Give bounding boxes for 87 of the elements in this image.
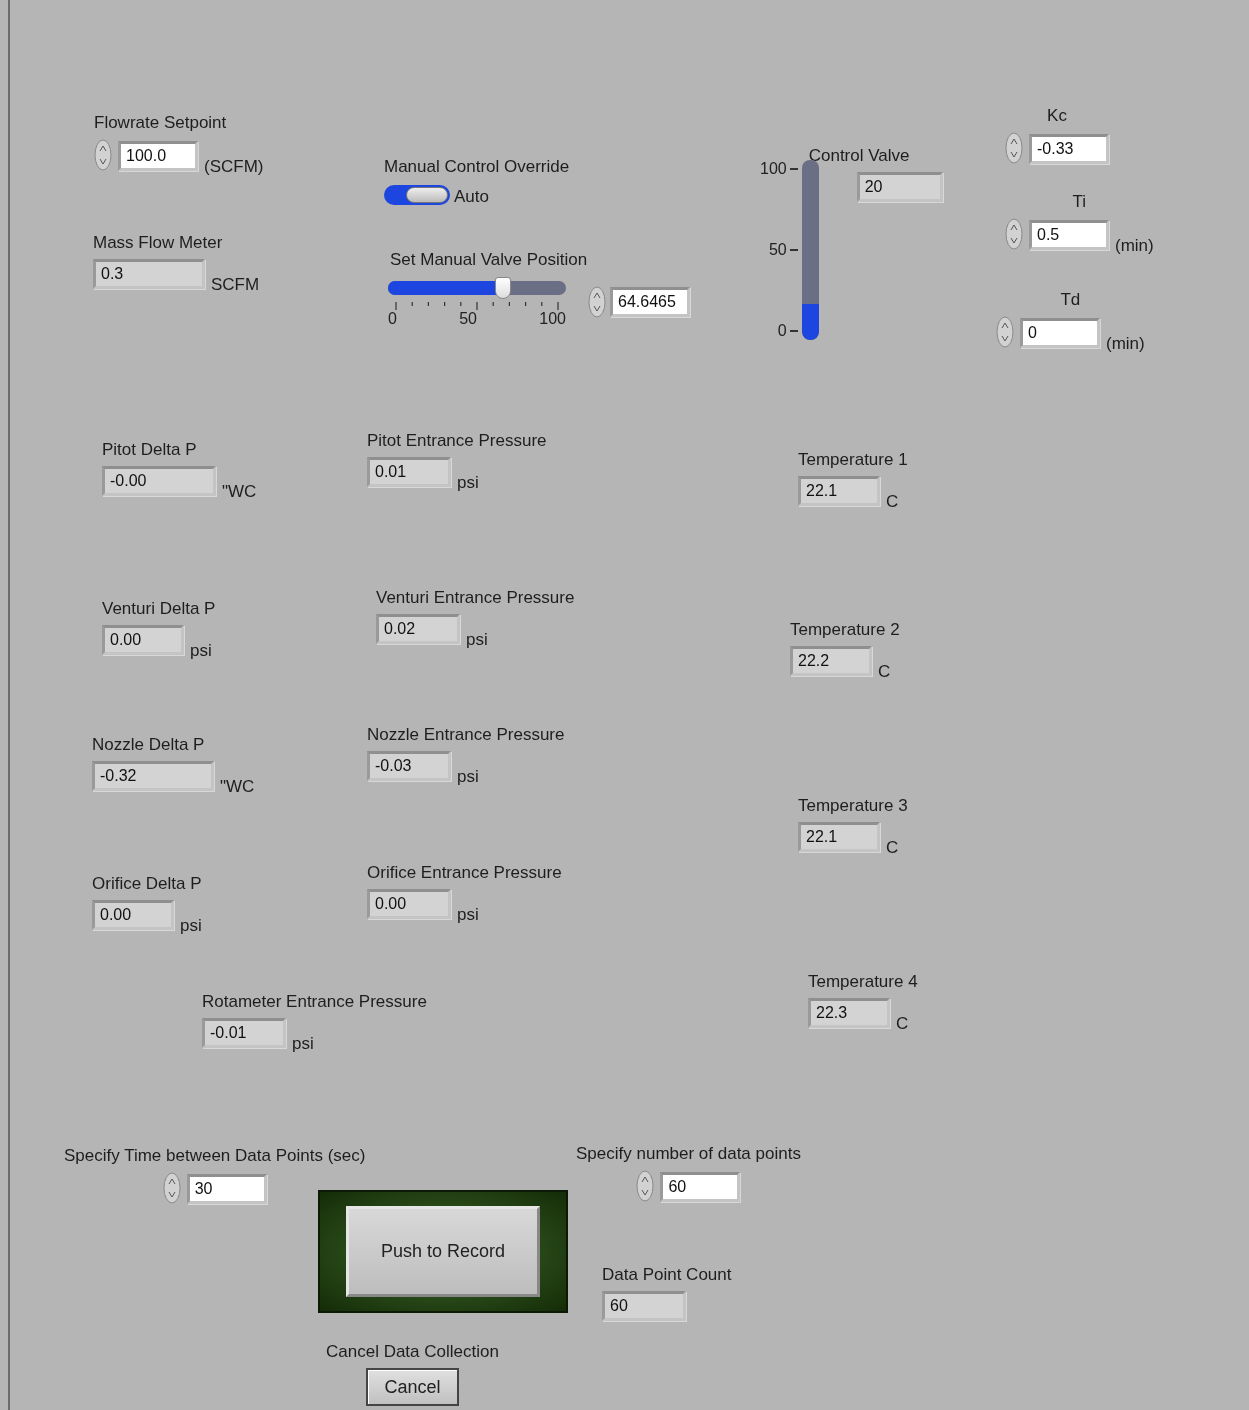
control-label: Data Point Count: [602, 1265, 732, 1285]
unit-label: psi: [466, 630, 488, 650]
control-label: Venturi Delta P: [102, 599, 216, 619]
numeric-input[interactable]: 30: [186, 1174, 267, 1204]
control-label: Manual Control Override: [384, 157, 570, 177]
scale-label: 100: [539, 310, 566, 328]
numeric-indicator: 22.3: [808, 998, 890, 1028]
unit-label: psi: [457, 767, 479, 787]
increment-decrement-button[interactable]: [1005, 218, 1023, 250]
control-label: Temperature 3: [798, 796, 908, 816]
unit-label: psi: [292, 1034, 314, 1054]
unit-label: "WC: [220, 777, 255, 797]
numeric-indicator: 22.1: [798, 476, 880, 506]
numeric-input[interactable]: 0: [1020, 318, 1100, 348]
numeric-indicator: 0.00: [92, 900, 174, 930]
control-label: Orifice Entrance Pressure: [367, 863, 562, 883]
unit-label: psi: [457, 473, 479, 493]
toggle-text: Auto: [454, 187, 489, 207]
numeric-indicator: -0.01: [202, 1018, 286, 1048]
control-label: Temperature 1: [798, 450, 908, 470]
unit-label: C: [886, 492, 899, 512]
control-label: Temperature 2: [790, 620, 900, 640]
numeric-indicator: -0.32: [92, 761, 214, 791]
unit-label: C: [896, 1014, 909, 1034]
control-label: Ti: [1072, 192, 1087, 212]
control-label: Flowrate Setpoint: [94, 113, 227, 133]
numeric-input[interactable]: -0.33: [1029, 134, 1109, 164]
scale-label: 100: [760, 160, 787, 178]
control-label: Mass Flow Meter: [93, 233, 223, 253]
control-label: Kc: [1047, 106, 1067, 126]
increment-decrement-button[interactable]: [588, 286, 606, 318]
control-label: Control Valve: [808, 146, 910, 166]
scale-label: 50: [768, 241, 787, 259]
slider-track[interactable]: [388, 276, 566, 300]
scale-label: 50: [459, 310, 477, 328]
increment-decrement-button[interactable]: [636, 1170, 655, 1202]
control-label: Pitot Entrance Pressure: [367, 431, 547, 451]
control-label: Td: [1060, 290, 1081, 310]
numeric-indicator: 0.01: [367, 457, 451, 487]
increment-decrement-button[interactable]: [94, 139, 112, 171]
tick-mark: [789, 330, 798, 332]
control-label: Orifice Delta P: [92, 874, 202, 894]
increment-decrement-button[interactable]: [996, 316, 1014, 348]
numeric-input[interactable]: 0.5: [1029, 220, 1109, 250]
numeric-indicator: -0.00: [102, 466, 216, 496]
unit-label: SCFM: [211, 275, 260, 295]
numeric-indicator: 22.2: [790, 646, 872, 676]
numeric-indicator: 0.00: [102, 625, 184, 655]
numeric-indicator: -0.03: [367, 751, 451, 781]
numeric-indicator: 0.3: [93, 259, 205, 289]
control-label: Pitot Delta P: [102, 440, 197, 460]
numeric-indicator: 20: [856, 172, 943, 202]
unit-label: psi: [457, 905, 479, 925]
numeric-indicator: 0.02: [376, 614, 460, 644]
control-label: Venturi Entrance Pressure: [376, 588, 575, 608]
control-label: Specify Time between Data Points (sec): [64, 1146, 366, 1166]
increment-decrement-button[interactable]: [162, 1172, 181, 1204]
unit-label: C: [886, 838, 899, 858]
control-label: Temperature 4: [808, 972, 918, 992]
numeric-indicator: 22.1: [798, 822, 880, 852]
tick-mark: [789, 249, 798, 251]
tick-mark: [789, 168, 798, 170]
control-label: Rotameter Entrance Pressure: [202, 992, 427, 1012]
unit-label: C: [878, 662, 891, 682]
control-label: Nozzle Delta P: [92, 735, 205, 755]
numeric-indicator: 60: [602, 1291, 686, 1321]
control-label: Nozzle Entrance Pressure: [367, 725, 565, 745]
scale-label: 0: [777, 322, 787, 340]
scale-label: 0: [388, 310, 397, 328]
numeric-input[interactable]: 100.0: [118, 141, 198, 171]
numeric-input[interactable]: 60: [660, 1172, 741, 1202]
unit-label: (min): [1115, 236, 1154, 256]
unit-label: psi: [180, 916, 202, 936]
toggle-switch[interactable]: [384, 185, 450, 205]
unit-label: (min): [1106, 334, 1145, 354]
unit-label: psi: [190, 641, 212, 661]
record-button[interactable]: Push to Record: [346, 1206, 540, 1297]
unit-label: "WC: [222, 482, 257, 502]
numeric-input[interactable]: 64.6465: [610, 287, 690, 317]
unit-label: (SCFM): [204, 157, 264, 177]
slider-thumb[interactable]: [495, 277, 511, 299]
control-label: Cancel Data Collection: [326, 1342, 499, 1362]
cancel-button[interactable]: Cancel: [365, 1368, 459, 1406]
control-label: Set Manual Valve Position: [389, 250, 588, 270]
numeric-indicator: 0.00: [367, 889, 451, 919]
control-label: Specify number of data points: [576, 1144, 801, 1164]
increment-decrement-button[interactable]: [1005, 132, 1023, 164]
